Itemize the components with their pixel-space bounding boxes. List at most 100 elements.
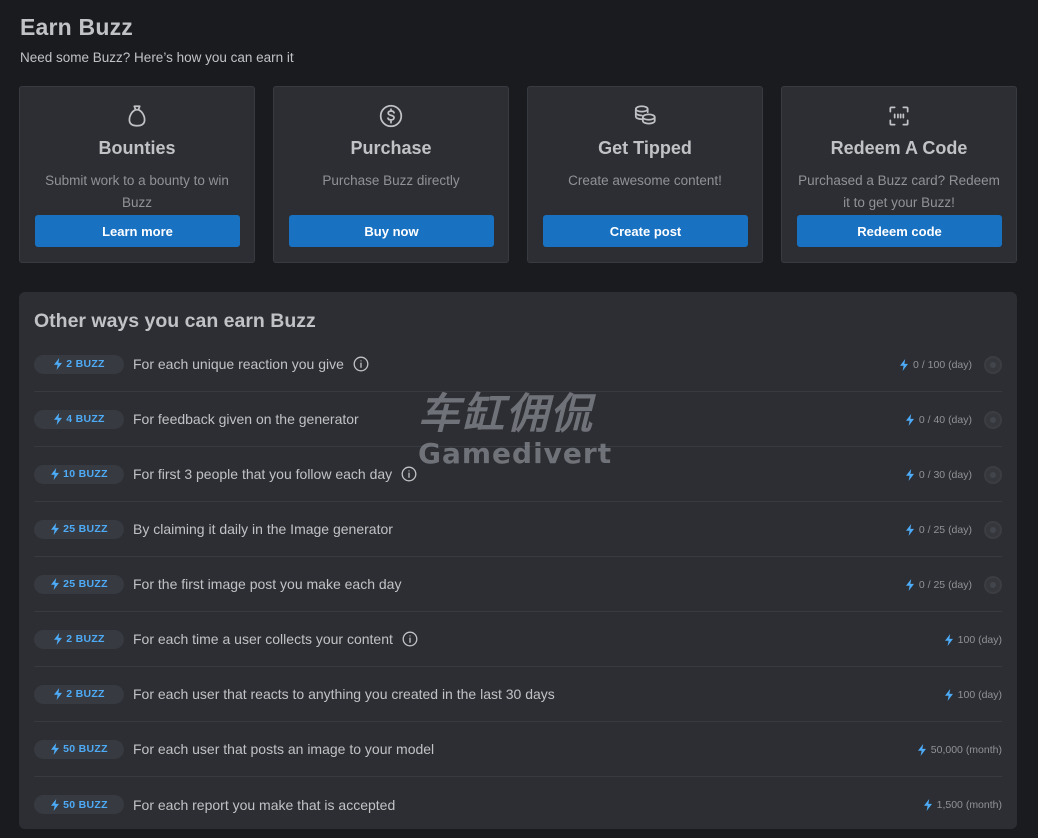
card-description: Purchase Buzz directly (322, 173, 460, 188)
earn-row-progress: 0 / 40 (day) (905, 392, 1002, 447)
lightning-icon (50, 798, 60, 811)
earn-row: 2 BUZZ For each time a user collects your… (34, 612, 1002, 667)
redeem-code-button[interactable]: Redeem code (797, 215, 1002, 247)
progress-text: 0 / 40 (day) (918, 413, 972, 426)
progress-text: 0 / 25 (day) (918, 523, 972, 536)
buzz-badge-label: 50 BUZZ (63, 798, 108, 811)
buzz-badge-label: 10 BUZZ (63, 468, 108, 480)
earn-row-label: For the first image post you make each d… (133, 576, 402, 592)
progress-text: 100 (day) (957, 688, 1002, 701)
buzz-badge: 25 BUZZ (34, 519, 124, 539)
progress-text: 100 (day) (957, 633, 1002, 646)
coins-icon (632, 103, 658, 129)
earn-row: 50 BUZZ For each user that posts an image… (34, 722, 1002, 777)
earn-row-progress: 0 / 100 (day) (899, 337, 1002, 392)
earn-row-progress: 1,500 (month) (923, 777, 1002, 832)
info-icon[interactable] (402, 631, 418, 647)
earn-row-label: For each unique reaction you give (133, 356, 344, 372)
lightning-icon (905, 413, 915, 426)
dollar-coin-icon (378, 103, 404, 129)
lightning-icon (53, 633, 63, 645)
buzz-badge-label: 50 BUZZ (63, 743, 108, 755)
page-subtitle: Need some Buzz? Here’s how you can earn … (20, 50, 294, 65)
lightning-icon (917, 743, 927, 756)
money-bag-icon (124, 103, 150, 129)
card-description: Create awesome content! (568, 173, 722, 188)
earn-row: 2 BUZZ For each unique reaction you give 0… (34, 337, 1002, 392)
lightning-icon (923, 798, 933, 811)
lightning-icon (53, 358, 63, 370)
card-description: Purchased a Buzz card? Redeem it to get … (798, 173, 1000, 210)
progress-ring (984, 575, 1002, 594)
earn-row-label: For each time a user collects your conte… (133, 631, 393, 647)
card-description: Submit work to a bounty to win Buzz (45, 173, 229, 210)
buzz-badge: 4 BUZZ (34, 409, 124, 429)
earn-row-label: By claiming it daily in the Image genera… (133, 521, 393, 537)
earn-list: 2 BUZZ For each unique reaction you give 0… (34, 337, 1002, 832)
progress-text: 0 / 100 (day) (913, 358, 972, 371)
section-title: Other ways you can earn Buzz (34, 310, 316, 332)
buzz-badge: 50 BUZZ (34, 795, 124, 814)
card-get-tipped: Get Tipped Create awesome content! Creat… (527, 86, 763, 263)
lightning-icon (944, 633, 954, 646)
earn-row-progress: 0 / 30 (day) (905, 447, 1002, 502)
progress-ring (984, 465, 1002, 484)
earn-row: 25 BUZZ For the first image post you make… (34, 557, 1002, 612)
card-title: Purchase (350, 138, 432, 158)
lightning-icon (50, 468, 60, 480)
earn-row-progress: 0 / 25 (day) (905, 557, 1002, 612)
progress-ring (984, 355, 1002, 374)
buzz-badge: 2 BUZZ (34, 684, 124, 704)
buzz-badge: 2 BUZZ (34, 629, 124, 649)
create-post-button[interactable]: Create post (543, 215, 748, 247)
card-title: Get Tipped (598, 138, 692, 158)
learn-more-button[interactable]: Learn more (35, 215, 240, 247)
lightning-icon (899, 358, 909, 371)
buzz-badge-label: 25 BUZZ (63, 523, 108, 535)
page-header: Earn Buzz Need some Buzz? Here’s how you… (20, 14, 294, 65)
earn-row-label: For each user that posts an image to you… (133, 741, 435, 757)
lightning-icon (50, 743, 60, 755)
buzz-badge: 2 BUZZ (34, 354, 124, 374)
info-icon[interactable] (401, 466, 417, 482)
card-title: Redeem A Code (830, 138, 968, 158)
buzz-badge: 25 BUZZ (34, 574, 124, 594)
earn-row: 2 BUZZ For each user that reacts to anyth… (34, 667, 1002, 722)
lightning-icon (50, 523, 60, 535)
progress-ring (984, 520, 1002, 539)
progress-text: 1,500 (month) (936, 798, 1002, 811)
earn-row-progress: 100 (day) (944, 667, 1002, 722)
buzz-badge-label: 2 BUZZ (66, 688, 105, 700)
lightning-icon (905, 523, 915, 536)
buy-now-button[interactable]: Buy now (289, 215, 494, 247)
earn-row-label: For each report you make that is accepte… (133, 796, 396, 813)
progress-text: 0 / 25 (day) (918, 578, 972, 591)
other-ways-panel: Other ways you can earn Buzz 2 BUZZ For e… (19, 292, 1017, 829)
earn-cards: Bounties Submit work to a bounty to win … (19, 86, 1017, 263)
earn-row: 4 BUZZ For feedback given on the generato… (34, 392, 1002, 447)
lightning-icon (50, 578, 60, 590)
lightning-icon (53, 413, 63, 425)
buzz-badge-label: 4 BUZZ (66, 413, 105, 425)
earn-row-label: For first 3 people that you follow each … (133, 466, 393, 482)
earn-row-label: For each user that reacts to anything yo… (133, 686, 555, 702)
info-icon[interactable] (353, 356, 369, 372)
earn-row-progress: 50,000 (month) (917, 722, 1002, 777)
buzz-badge-label: 25 BUZZ (63, 578, 108, 590)
scan-code-icon (886, 103, 912, 129)
lightning-icon (53, 688, 63, 700)
lightning-icon (944, 688, 954, 701)
card-purchase: Purchase Purchase Buzz directly Buy now (273, 86, 509, 263)
buzz-badge: 50 BUZZ (34, 739, 124, 759)
earn-row: 10 BUZZ For first 3 people that you follo… (34, 447, 1002, 502)
buzz-badge-label: 2 BUZZ (66, 358, 105, 370)
card-redeem-code: Redeem A Code Purchased a Buzz card? Red… (781, 86, 1017, 263)
buzz-badge-label: 2 BUZZ (66, 633, 105, 645)
page-title: Earn Buzz (20, 14, 133, 40)
earn-row-progress: 0 / 25 (day) (905, 502, 1002, 557)
card-title: Bounties (98, 138, 176, 158)
buzz-badge: 10 BUZZ (34, 464, 124, 484)
progress-ring (984, 410, 1002, 429)
earn-row: 25 BUZZ By claiming it daily in the Image… (34, 502, 1002, 557)
earn-row-label: For feedback given on the generator (133, 411, 359, 427)
